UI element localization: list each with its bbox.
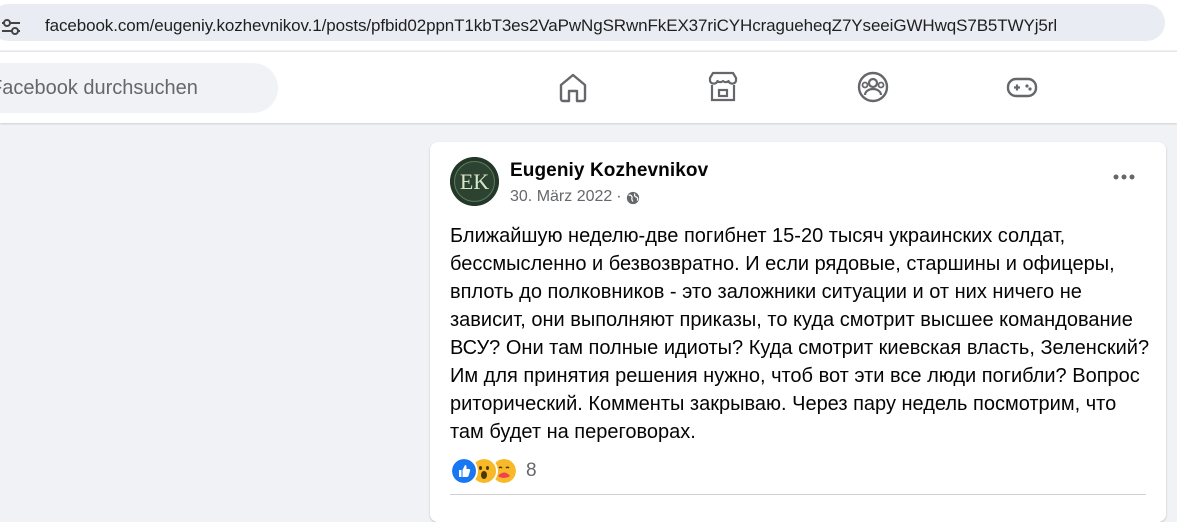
browser-address-bar: facebook.com/eugeniy.kozhevnikov.1/posts…	[0, 0, 1177, 50]
avatar-image: EK	[450, 157, 499, 206]
author-name[interactable]: Eugeniy Kozhevnikov	[510, 160, 708, 182]
more-options-icon[interactable]	[1112, 172, 1136, 182]
gaming-icon[interactable]	[1005, 70, 1039, 104]
avatar[interactable]: EK	[450, 157, 499, 206]
post-card: EK Eugeniy Kozhevnikov 30. März 2022 · Б…	[430, 142, 1166, 522]
url-text[interactable]: facebook.com/eugeniy.kozhevnikov.1/posts…	[45, 16, 1057, 36]
reaction-count[interactable]: 8	[526, 460, 537, 482]
globe-icon	[626, 191, 639, 205]
tune-icon[interactable]	[0, 16, 22, 38]
like-reaction-icon	[450, 457, 478, 485]
post-meta: 30. März 2022 ·	[510, 188, 640, 206]
avatar-initials: EK	[460, 169, 489, 194]
reactions-summary[interactable]: 8	[450, 457, 537, 485]
url-field[interactable]: facebook.com/eugeniy.kozhevnikov.1/posts…	[0, 4, 1165, 41]
meta-separator: ·	[616, 188, 622, 205]
groups-icon[interactable]	[856, 70, 890, 104]
divider	[450, 494, 1146, 495]
home-icon[interactable]	[556, 70, 590, 104]
post-date[interactable]: 30. März 2022	[510, 188, 612, 206]
post-text: Ближайшую неделю-две погибнет 15-20 тыся…	[450, 225, 1150, 443]
facebook-top-nav: Facebook durchsuchen	[0, 51, 1177, 123]
search-placeholder: Facebook durchsuchen	[0, 77, 198, 99]
marketplace-icon[interactable]	[706, 70, 740, 104]
search-input[interactable]: Facebook durchsuchen	[0, 63, 278, 113]
